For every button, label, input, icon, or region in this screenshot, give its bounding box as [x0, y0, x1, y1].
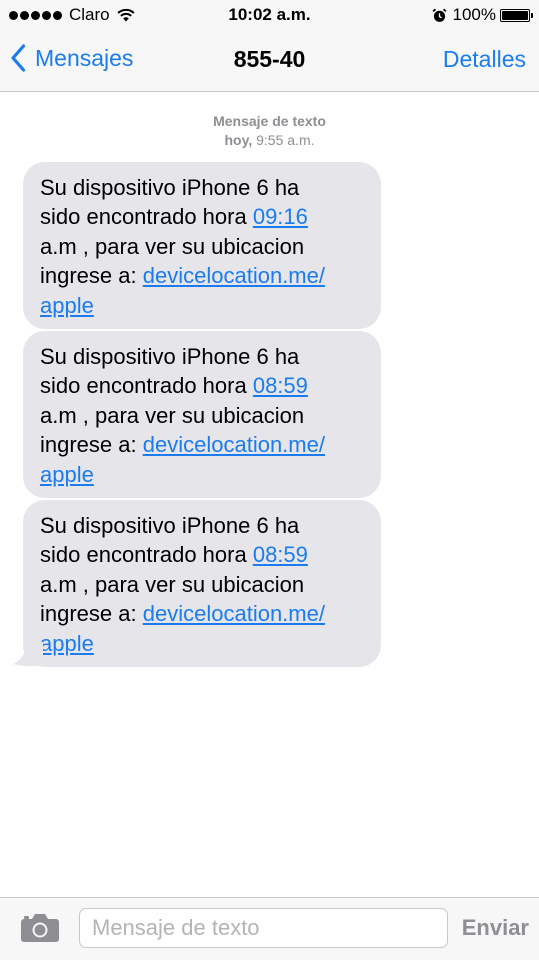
message-line: Su dispositivo iPhone 6 ha — [40, 513, 300, 538]
back-button-label: Mensajes — [35, 44, 134, 71]
message-day: hoy, — [224, 132, 253, 148]
message-line: Su dispositivo iPhone 6 ha — [40, 175, 300, 200]
message-line: Su dispositivo iPhone 6 ha — [40, 344, 300, 369]
bubble-tail — [13, 642, 43, 667]
url-link[interactable]: devicelocation.me/ — [143, 432, 325, 457]
message-time: 9:55 a.m. — [256, 132, 315, 148]
url-link-continued[interactable]: apple — [40, 631, 94, 656]
message-line: ingrese a: devicelocation.me/ — [40, 599, 371, 628]
alarm-clock-icon — [432, 8, 446, 22]
message-input-bar: Enviar — [0, 897, 539, 960]
details-button[interactable]: Detalles — [443, 46, 526, 73]
battery-percentage: 100% — [452, 5, 496, 24]
time-link[interactable]: 08:59 — [253, 542, 308, 567]
message-text: ingrese a: — [40, 432, 137, 458]
message-bubble: Su dispositivo iPhone 6 ha sido encontra… — [23, 162, 381, 329]
message-text: sido encontrado hora — [40, 542, 247, 568]
status-bar: Claro 10:02 a.m. 100% — [0, 0, 539, 30]
status-right: 100% — [432, 5, 533, 25]
back-button[interactable]: Mensajes — [10, 44, 133, 72]
url-link-continued[interactable]: apple — [40, 293, 94, 318]
message-bubble: Su dispositivo iPhone 6 ha sido encontra… — [23, 331, 381, 498]
message-bubble: Su dispositivo iPhone 6 ha sido encontra… — [23, 500, 381, 667]
message-line: apple — [40, 460, 371, 489]
message-input[interactable] — [79, 908, 448, 948]
message-line: a.m , para ver su ubicacion — [40, 233, 305, 259]
message-text: sido encontrado hora — [40, 204, 247, 230]
url-link[interactable]: devicelocation.me/ — [143, 601, 325, 626]
url-link-continued[interactable]: apple — [40, 462, 94, 487]
url-link[interactable]: devicelocation.me/ — [143, 263, 325, 288]
message-line: apple — [40, 291, 371, 320]
time-link[interactable]: 09:16 — [253, 204, 308, 229]
message-line: a.m , para ver su ubicacion — [40, 571, 305, 597]
send-button[interactable]: Enviar — [462, 915, 529, 941]
message-type-label: Mensaje de texto — [213, 113, 326, 129]
message-text: ingrese a: — [40, 601, 137, 627]
messages-screen: Claro 10:02 a.m. 100% Mensajes 855-40 De… — [0, 0, 539, 960]
message-line: apple — [40, 629, 371, 658]
battery-icon — [500, 8, 533, 22]
time-link[interactable]: 08:59 — [253, 373, 308, 398]
message-line: a.m , para ver su ubicacion — [40, 402, 305, 428]
battery-fill — [502, 10, 528, 20]
chevron-left-icon — [11, 44, 26, 72]
message-line: sido encontrado hora 08:59 — [40, 371, 371, 400]
nav-bar: Mensajes 855-40 Detalles — [0, 30, 539, 92]
message-text: sido encontrado hora — [40, 373, 247, 399]
conversation-timestamp: Mensaje de texto hoy, 9:55 a.m. — [0, 112, 539, 150]
message-date-line: hoy, 9:55 a.m. — [0, 131, 539, 150]
camera-icon[interactable] — [21, 914, 59, 942]
message-text: ingrese a: — [40, 263, 137, 289]
message-line: ingrese a: devicelocation.me/ — [40, 261, 371, 290]
message-line: sido encontrado hora 09:16 — [40, 202, 371, 231]
message-line: sido encontrado hora 08:59 — [40, 540, 371, 569]
message-line: ingrese a: devicelocation.me/ — [40, 430, 371, 459]
